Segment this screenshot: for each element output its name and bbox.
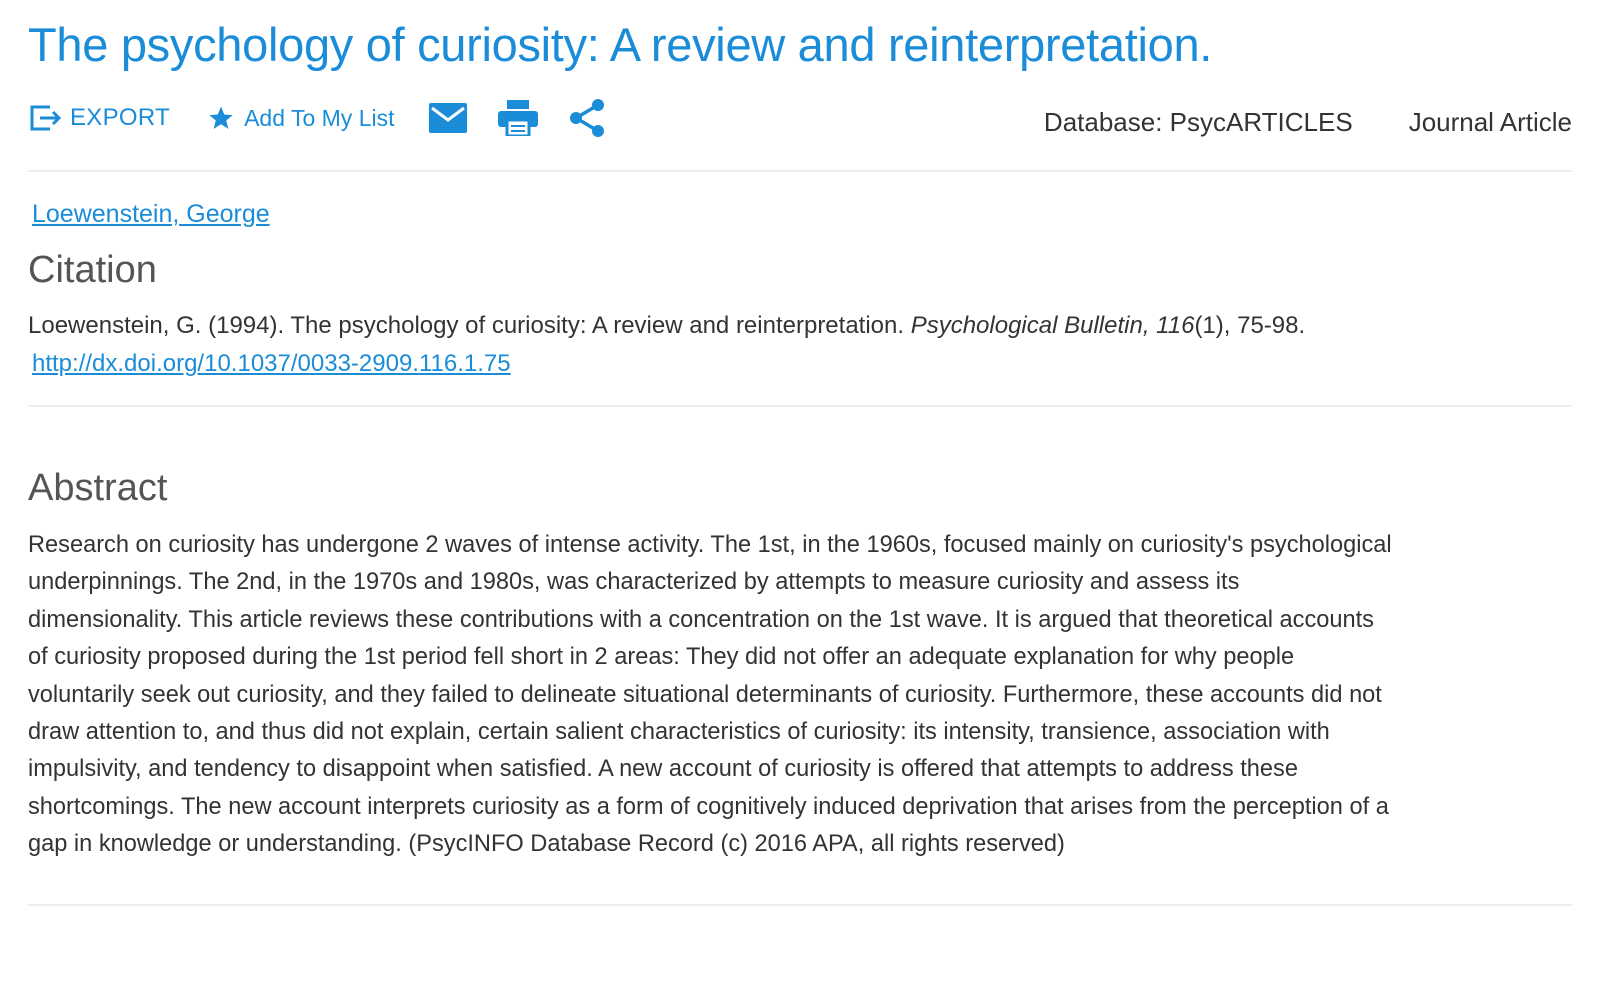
abstract-text: Research on curiosity has undergone 2 wa… <box>28 527 1573 864</box>
abstract-line: shortcomings. The new account interprets… <box>28 793 1389 820</box>
record-page: The psychology of curiosity: A review an… <box>0 0 1600 985</box>
add-to-my-list-button[interactable]: Add To My List <box>208 105 394 132</box>
add-to-my-list-label: Add To My List <box>244 104 395 131</box>
share-button[interactable] <box>568 98 606 138</box>
abstract-heading: Abstract <box>28 467 168 509</box>
abstract-line: impulsivity, and tendency to disappoint … <box>28 756 1298 783</box>
author-link[interactable]: Loewenstein, George <box>32 200 270 229</box>
print-button[interactable] <box>498 100 539 136</box>
divider <box>28 405 1572 407</box>
abstract-line: dimensionality. This article reviews the… <box>28 606 1374 633</box>
export-button[interactable]: EXPORT <box>28 103 170 133</box>
email-button[interactable] <box>428 102 468 134</box>
abstract-line: voluntarily seek out curiosity, and they… <box>28 681 1382 708</box>
abstract-line: Research on curiosity has undergone 2 wa… <box>28 532 1392 558</box>
article-title: The psychology of curiosity: A review an… <box>28 18 1213 71</box>
divider <box>28 903 1572 906</box>
record-type-label: Journal Article <box>1408 106 1572 137</box>
record-toolbar: EXPORT Add To My List Database: PsycARTI… <box>28 88 1572 148</box>
citation-text: Loewenstein, G. (1994). The psychology o… <box>28 307 1572 345</box>
abstract-line: gap in knowledge or understanding. (Psyc… <box>28 831 1065 858</box>
abstract-line: underpinnings. The 2nd, in the 1970s and… <box>28 569 1240 596</box>
citation-journal: Psychological Bulletin, 116 <box>910 312 1195 339</box>
doi-link[interactable]: http://dx.doi.org/10.1037/0033-2909.116.… <box>32 345 511 383</box>
export-icon <box>30 105 62 131</box>
citation-issue-pages: (1), 75-98. <box>1194 312 1306 339</box>
export-label: EXPORT <box>70 104 171 131</box>
citation-heading: Citation <box>28 249 157 291</box>
share-icon <box>570 99 605 137</box>
abstract-line: of curiosity proposed during the 1st per… <box>28 644 1295 671</box>
print-icon <box>498 100 539 136</box>
divider <box>28 170 1572 172</box>
abstract-line: draw attention to, and thus did not expl… <box>28 719 1330 746</box>
record-meta: Database: PsycARTICLES Journal Article <box>1044 99 1572 138</box>
database-label: Database: PsycARTICLES <box>1043 106 1353 137</box>
email-icon <box>429 103 468 133</box>
citation-reference: Loewenstein, G. (1994). The psychology o… <box>28 312 911 339</box>
star-icon <box>209 106 233 129</box>
